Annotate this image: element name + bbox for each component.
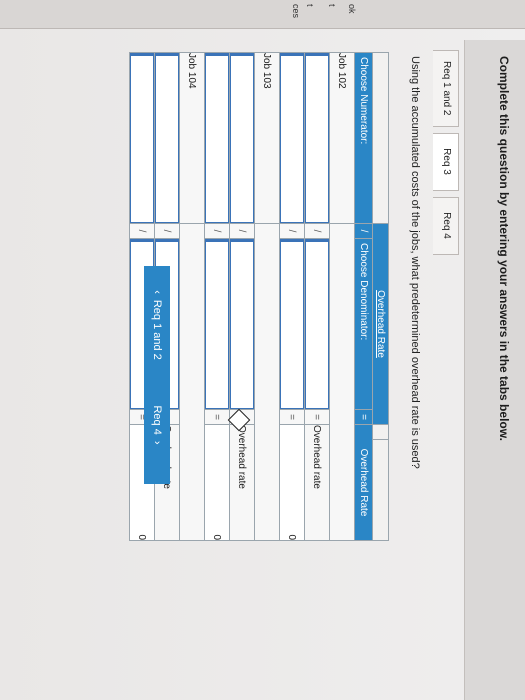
numerator-cell bbox=[129, 52, 155, 224]
next-req-button[interactable]: Req 4 › bbox=[144, 366, 170, 484]
numerator-select[interactable] bbox=[230, 53, 254, 223]
left-strip-text: t bbox=[327, 4, 337, 7]
question-text: Using the accumulated costs of the jobs,… bbox=[409, 56, 421, 469]
next-req-label: Req 4 bbox=[151, 405, 163, 435]
equals-symbol: = bbox=[304, 409, 330, 425]
tab-req-4[interactable]: Req 4 bbox=[433, 196, 459, 255]
numerator-cell bbox=[279, 52, 305, 224]
numerator-cell bbox=[154, 52, 180, 224]
chevron-left-icon: ‹ bbox=[151, 290, 163, 294]
denominator-cell bbox=[304, 238, 330, 410]
overhead-rate-header: Overhead Rate bbox=[354, 424, 373, 541]
overhead-rate-value: 0 bbox=[279, 424, 305, 541]
overhead-rate-label: Overhead rate bbox=[229, 424, 255, 541]
prev-req-label: Req 1 and 2 bbox=[151, 299, 163, 360]
numerator-cell bbox=[304, 52, 330, 224]
overhead-rate-title: Overhead Rate bbox=[372, 223, 389, 425]
job-label-spacer bbox=[329, 223, 355, 541]
denominator-cell bbox=[204, 238, 230, 410]
denominator-input[interactable] bbox=[280, 239, 304, 409]
requirement-tabs: Req 1 and 2 Req 3 Req 4 bbox=[433, 50, 459, 261]
equals-symbol: = bbox=[354, 409, 373, 425]
job-label: Job 104 bbox=[179, 52, 205, 224]
divide-symbol: / bbox=[279, 223, 305, 239]
rotated-page: ok t t ces Complete this question by ent… bbox=[0, 0, 525, 700]
denominator-header: Choose Denominator: bbox=[354, 238, 373, 410]
overhead-rate-value: 0 bbox=[204, 424, 230, 541]
divide-symbol: / bbox=[154, 223, 180, 239]
numerator-header: Choose Numerator: bbox=[354, 52, 373, 224]
tab-req-1-and-2[interactable]: Req 1 and 2 bbox=[433, 50, 459, 127]
tab-req-3[interactable]: Req 3 bbox=[433, 132, 459, 191]
job-label: Job 102 bbox=[329, 52, 355, 224]
numerator-select[interactable] bbox=[155, 53, 179, 223]
overhead-rate-label: Overhead rate bbox=[304, 424, 330, 541]
numerator-input[interactable] bbox=[130, 53, 154, 223]
denominator-cell bbox=[279, 238, 305, 410]
denominator-select[interactable] bbox=[230, 239, 254, 409]
job-label: Job 103 bbox=[254, 52, 280, 224]
divide-symbol: / bbox=[204, 223, 230, 239]
denominator-select[interactable] bbox=[305, 239, 329, 409]
divide-symbol: / bbox=[129, 223, 155, 239]
numerator-input[interactable] bbox=[280, 53, 304, 223]
left-strip-text: t bbox=[305, 4, 315, 7]
left-strip-text: ces bbox=[291, 4, 301, 19]
job-label-spacer bbox=[254, 223, 280, 541]
left-sidebar-strip: ok t t ces bbox=[0, 0, 525, 29]
left-strip-text: ok bbox=[347, 4, 357, 14]
instruction-bar: Complete this question by entering your … bbox=[464, 40, 525, 700]
divide-symbol: / bbox=[354, 223, 373, 239]
divide-symbol: / bbox=[304, 223, 330, 239]
denominator-input[interactable] bbox=[205, 239, 229, 409]
header-spacer bbox=[372, 424, 389, 440]
equals-symbol: = bbox=[204, 409, 230, 425]
numerator-select[interactable] bbox=[305, 53, 329, 223]
chevron-right-icon: › bbox=[151, 440, 163, 445]
instruction-text: Complete this question by entering your … bbox=[497, 56, 511, 441]
header-spacer bbox=[372, 52, 389, 224]
header-spacer bbox=[372, 439, 389, 541]
denominator-cell bbox=[229, 238, 255, 410]
numerator-cell bbox=[204, 52, 230, 224]
numerator-input[interactable] bbox=[205, 53, 229, 223]
equals-symbol: = bbox=[279, 409, 305, 425]
numerator-cell bbox=[229, 52, 255, 224]
job-label-spacer bbox=[179, 223, 205, 541]
divide-symbol: / bbox=[229, 223, 255, 239]
